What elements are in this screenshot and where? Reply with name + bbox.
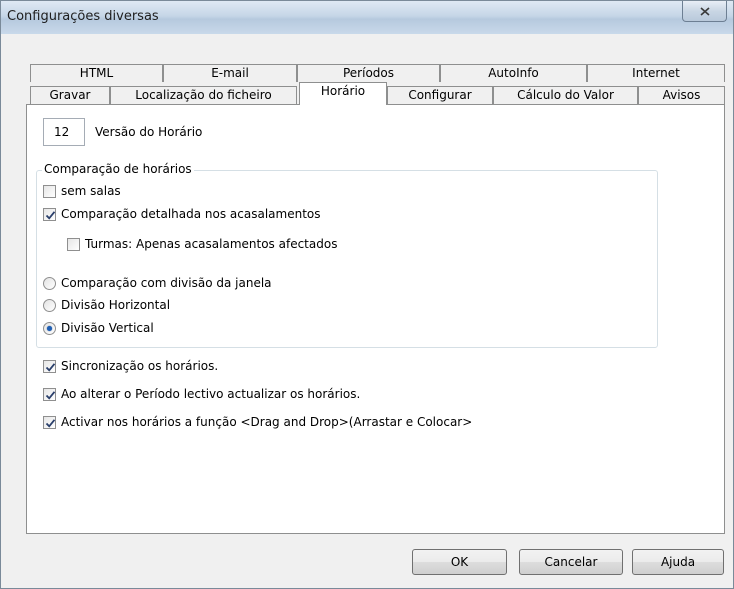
drag-and-drop-label: Activar nos horários a função <Drag and … [61, 415, 473, 429]
comparison-group-title: Comparação de horários [42, 162, 194, 176]
dialog-window: Configurações diversas HTML E-mail Perío… [0, 0, 734, 589]
sincronizacao-checkbox[interactable]: Sincronização os horários. [43, 359, 218, 373]
checkbox-box [43, 387, 56, 401]
checkmark-icon [45, 210, 56, 220]
radio-circle-selected [43, 321, 56, 335]
tab-avisos[interactable]: Avisos [638, 86, 725, 104]
tab-label: Gravar [49, 88, 91, 102]
sem-salas-checkbox[interactable]: sem salas [43, 184, 121, 198]
turmas-checkbox[interactable]: Turmas: Apenas acasalamentos afectados [67, 237, 337, 251]
checkbox-box [43, 359, 56, 373]
tab-email[interactable]: E-mail [163, 64, 297, 82]
title-bar: Configurações diversas [1, 1, 733, 34]
tab-internet[interactable]: Internet [587, 64, 725, 82]
tab-label: Horário [320, 84, 366, 98]
tab-label: Configurar [408, 88, 472, 102]
radio-divisao-vertical[interactable]: Divisão Vertical [43, 321, 154, 335]
radio-circle [43, 276, 56, 290]
radio-divisao-horizontal-label: Divisão Horizontal [61, 298, 171, 312]
radio-divisao-horizontal[interactable]: Divisão Horizontal [43, 298, 170, 312]
comparacao-detalhada-checkbox[interactable]: Comparação detalhada nos acasalamentos [43, 207, 321, 221]
checkmark-icon [45, 362, 56, 372]
comparacao-detalhada-label: Comparação detalhada nos acasalamentos [61, 207, 321, 221]
tab-gravar[interactable]: Gravar [30, 86, 110, 104]
version-value: 12 [54, 125, 70, 139]
version-label: Versão do Horário [95, 125, 203, 139]
tab-calculo-valor[interactable]: Cálculo do Valor [493, 86, 638, 104]
turmas-label: Turmas: Apenas acasalamentos afectados [85, 237, 338, 251]
tab-label: E-mail [211, 66, 249, 80]
drag-and-drop-checkbox[interactable]: Activar nos horários a função <Drag and … [43, 415, 472, 429]
checkbox-box [43, 415, 56, 429]
help-button[interactable]: Ajuda [632, 549, 724, 575]
tab-autoinfo[interactable]: AutoInfo [440, 64, 587, 82]
radio-divisao-vertical-label: Divisão Vertical [61, 321, 154, 335]
checkbox-box [43, 207, 56, 221]
tab-label: Avisos [662, 88, 701, 102]
checkbox-box [67, 237, 80, 251]
tab-label: AutoInfo [488, 66, 539, 80]
tab-html[interactable]: HTML [30, 64, 163, 82]
tab-label: Internet [632, 66, 680, 80]
periodo-lectivo-checkbox[interactable]: Ao alterar o Período lectivo actualizar … [43, 387, 360, 401]
checkmark-icon [45, 390, 56, 400]
tab-label: Localização do ficheiro [135, 88, 272, 102]
checkmark-icon [45, 418, 56, 428]
sincronizacao-label: Sincronização os horários. [61, 359, 219, 373]
radio-divisao-janela-label: Comparação com divisão da janela [61, 276, 272, 290]
version-input[interactable]: 12 [43, 118, 85, 146]
checkbox-box [43, 184, 56, 198]
tab-horario[interactable]: Horário [299, 82, 387, 105]
radio-divisao-janela[interactable]: Comparação com divisão da janela [43, 276, 272, 290]
close-icon [699, 6, 710, 16]
tab-periodos[interactable]: Períodos [297, 64, 440, 82]
tab-label: Períodos [342, 66, 394, 80]
periodo-lectivo-label: Ao alterar o Período lectivo actualizar … [61, 387, 361, 401]
tab-label: Cálculo do Valor [517, 88, 614, 102]
cancel-button[interactable]: Cancelar [519, 549, 623, 575]
ok-button[interactable]: OK [412, 549, 507, 575]
tab-label: HTML [79, 66, 114, 80]
tab-localizacao[interactable]: Localização do ficheiro [110, 86, 297, 104]
sem-salas-label: sem salas [61, 184, 121, 198]
radio-circle [43, 298, 56, 312]
tab-configurar[interactable]: Configurar [387, 86, 493, 104]
window-title: Configurações diversas [7, 9, 159, 24]
close-button[interactable] [682, 1, 727, 22]
